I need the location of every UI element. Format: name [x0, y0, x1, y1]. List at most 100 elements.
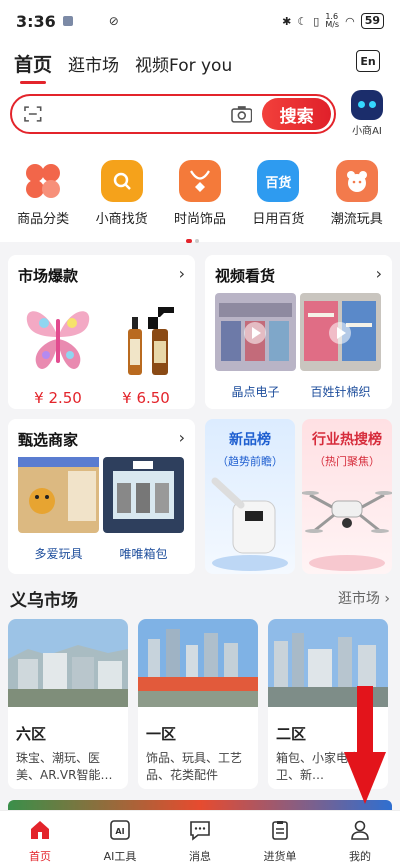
clover-icon — [22, 160, 65, 202]
status-bar: 3:36 ⊘ ✱ ☾ ▯ 1.6 M/s ◠ 59 — [0, 0, 400, 42]
hot-search-ranking-card[interactable]: 行业热搜榜 （热门聚焦） — [302, 419, 392, 574]
tab-ai-tools[interactable]: AI AI工具 — [80, 811, 160, 866]
camera-icon[interactable] — [230, 105, 253, 123]
nail-drill-image — [211, 477, 288, 571]
tab-home-bottom[interactable]: 首页 — [0, 811, 80, 866]
category-item[interactable]: 潮流玩具 — [319, 160, 395, 227]
video-shopping-card[interactable]: 视频看货 › 晶点电子 百姓针棉织 — [205, 255, 392, 409]
tab-video[interactable]: 视频For you — [135, 51, 232, 76]
drone-image — [302, 491, 392, 571]
video-thumbnail — [300, 293, 381, 371]
hot-products-card[interactable]: 市场爆款 › ¥ 2.50 ¥ 6.50 — [8, 255, 195, 409]
video-item[interactable]: 百姓针棉织 — [300, 293, 381, 400]
video-item[interactable]: 晶点电子 — [215, 293, 296, 400]
category-item[interactable]: 商品分类 — [5, 160, 81, 227]
ai-label: 小商AI — [352, 126, 382, 137]
market-description: 饰品、玩具、工艺品、花类配件 — [146, 751, 243, 782]
product-price: ¥ 6.50 — [122, 389, 170, 407]
tab-label: 进货单 — [263, 850, 297, 863]
ranking-title: 行业热搜榜 — [312, 432, 382, 448]
tab-home[interactable]: 首页 — [14, 50, 52, 84]
category-label: 商品分类 — [17, 212, 70, 227]
user-icon — [351, 820, 369, 840]
category-label: 日用百货 — [252, 212, 305, 227]
category-row: 商品分类 小商找货 时尚饰品 百货 日用百货 潮流玩具 — [0, 160, 400, 227]
tab-label: AI工具 — [103, 850, 137, 863]
status-time: 3:36 — [16, 11, 56, 31]
butterfly-clip-image — [26, 311, 90, 369]
market-card[interactable]: 六区 珠宝、潮玩、医美、AR.VR智能… — [8, 619, 128, 789]
svg-text:AI: AI — [115, 827, 124, 836]
search-button[interactable]: 搜索 — [262, 98, 331, 130]
tab-messages[interactable]: 消息 — [160, 811, 240, 866]
chevron-right-icon[interactable]: › — [179, 264, 185, 283]
notification-icon — [62, 16, 73, 26]
tab-label: 我的 — [349, 850, 371, 863]
market-photo — [138, 619, 258, 707]
product-item[interactable]: ¥ 2.50 — [16, 295, 100, 407]
robot-icon — [351, 90, 383, 120]
page-indicator — [186, 239, 199, 243]
red-arrow-annotation — [344, 686, 386, 804]
market-card[interactable]: 一区 饰品、玩具、工艺品、花类配件 — [138, 619, 258, 789]
merchant-item[interactable]: 唯唯箱包 — [103, 457, 184, 562]
category-item[interactable]: 小商找货 — [84, 160, 160, 227]
network-speed: 1.6 M/s — [325, 12, 340, 29]
top-tabs: 首页 逛市场 视频For you — [14, 50, 232, 84]
video-caption: 百姓针棉织 — [310, 385, 371, 399]
card-title: 甄选商家 — [18, 431, 79, 449]
category-label: 时尚饰品 — [173, 212, 226, 227]
ranking-title: 新品榜 — [229, 432, 271, 448]
new-products-ranking-card[interactable]: 新品榜 （趋势前瞻） — [205, 419, 295, 574]
category-label: 小商找货 — [95, 212, 148, 227]
product-price: ¥ 2.50 — [34, 389, 82, 407]
product-item[interactable]: ¥ 6.50 — [104, 295, 188, 407]
spray-bottle-image — [128, 307, 174, 375]
home-icon — [31, 821, 49, 839]
selected-merchants-card[interactable]: 甄选商家 › 多爱玩具 唯唯箱包 — [8, 419, 195, 574]
search-input[interactable] — [49, 106, 231, 122]
daily-goods-icon: 百货 — [257, 160, 300, 202]
tab-purchase-list[interactable]: 进货单 — [240, 811, 320, 866]
bluetooth-icon: ✱ — [282, 14, 292, 28]
message-icon — [190, 821, 210, 841]
necklace-icon — [178, 160, 221, 202]
market-photo — [8, 619, 128, 707]
category-item[interactable]: 百货 日用百货 — [240, 160, 316, 227]
merchant-caption: 唯唯箱包 — [119, 547, 168, 561]
bag-search-icon — [100, 160, 143, 202]
language-button[interactable]: En — [356, 50, 380, 72]
vibrate-icon: ▯ — [313, 14, 320, 28]
ranking-subtitle: （趋势前瞻） — [217, 455, 283, 468]
chevron-right-icon[interactable]: › — [376, 264, 382, 283]
market-name: 一区 — [146, 725, 177, 743]
chevron-right-icon[interactable]: › — [179, 428, 185, 447]
tab-profile[interactable]: 我的 — [320, 811, 400, 866]
battery-indicator: 59 — [360, 13, 384, 29]
merchant-photo — [18, 457, 99, 533]
tab-label: 消息 — [189, 850, 211, 863]
market-description: 珠宝、潮玩、医美、AR.VR智能… — [16, 751, 113, 782]
card-title: 视频看货 — [215, 267, 276, 285]
tab-label: 首页 — [29, 850, 51, 863]
browse-market-link[interactable]: 逛市场 › — [338, 588, 390, 608]
category-label: 潮流玩具 — [330, 212, 383, 227]
nfc-icon: ⊘ — [108, 14, 119, 28]
yiwu-market-header: 义乌市场 逛市场 › — [10, 583, 390, 613]
search-bar: 搜索 — [10, 94, 336, 134]
merchant-photo — [103, 457, 184, 533]
ranking-subtitle: （热门聚焦） — [314, 455, 380, 468]
banner-strip — [8, 800, 392, 810]
merchant-item[interactable]: 多爱玩具 — [18, 457, 99, 562]
teddy-bear-icon — [335, 160, 378, 202]
video-caption: 晶点电子 — [231, 385, 280, 399]
tab-market[interactable]: 逛市场 — [68, 51, 119, 76]
ai-tools-icon: AI — [110, 820, 130, 840]
card-title: 市场爆款 — [18, 267, 79, 285]
market-name: 六区 — [16, 725, 47, 743]
clipboard-icon — [272, 821, 288, 840]
category-item[interactable]: 时尚饰品 — [162, 160, 238, 227]
ai-assistant-button[interactable]: 小商AI — [344, 90, 390, 137]
scan-icon[interactable] — [24, 105, 42, 123]
header: 首页 逛市场 视频For you En 搜索 小商AI 商品分类 小商找货 时尚… — [0, 42, 400, 243]
